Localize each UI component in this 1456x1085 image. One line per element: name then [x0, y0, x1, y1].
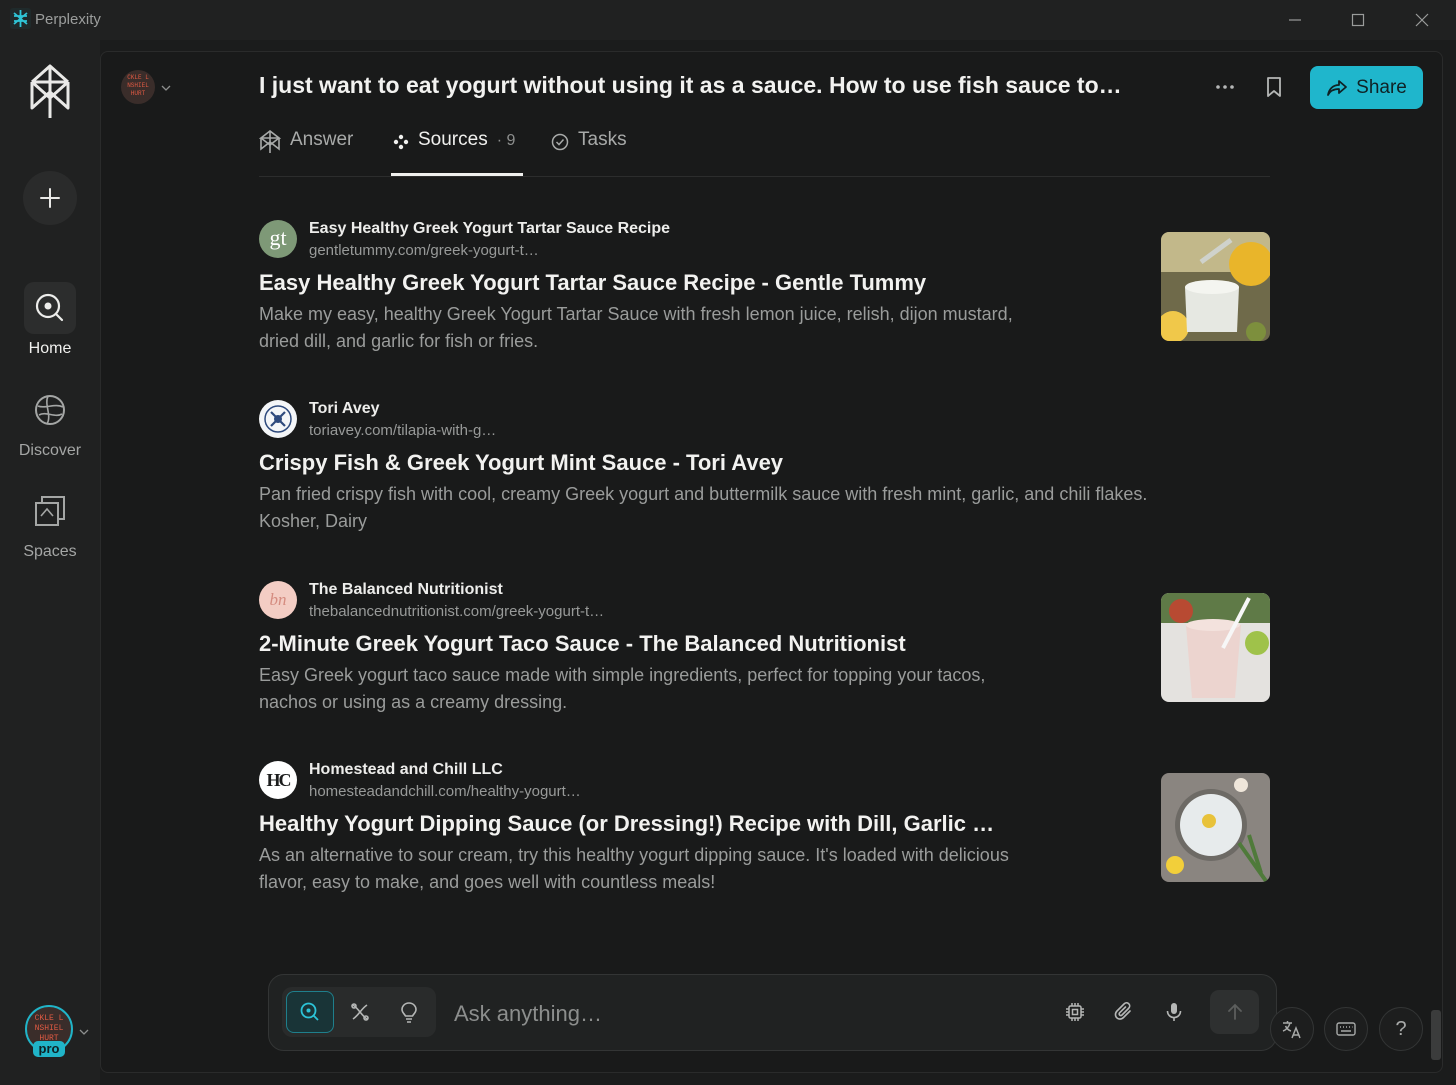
help-button[interactable]: ?: [1379, 1007, 1423, 1051]
lightbulb-icon: [401, 1002, 417, 1023]
chevron-down-icon[interactable]: [160, 80, 172, 98]
labs-mode-button[interactable]: [385, 991, 433, 1033]
source-snippet: Easy Greek yogurt taco sauce made with s…: [259, 665, 986, 712]
source-thumbnail[interactable]: [1161, 593, 1270, 702]
keyboard-shortcuts-button[interactable]: [1324, 1007, 1368, 1051]
share-icon: [1327, 79, 1348, 96]
sidebar-item-discover[interactable]: Discover: [0, 384, 100, 460]
answer-icon: [259, 130, 281, 153]
spaces-icon: [24, 485, 76, 537]
window-titlebar: Perplexity: [0, 0, 1456, 40]
main-panel: [100, 51, 1443, 1073]
tab-label: Tasks: [578, 129, 627, 150]
more-options-icon[interactable]: [1210, 75, 1240, 99]
scrollbar-thumb[interactable]: [1431, 1010, 1441, 1060]
share-label: Share: [1356, 76, 1407, 98]
source-title[interactable]: Easy Healthy Greek Yogurt Tartar Sauce R…: [259, 270, 926, 296]
source-url[interactable]: gentletummy.com/greek-yogurt-t…: [309, 242, 539, 259]
sidebar-item-label: Spaces: [23, 543, 77, 560]
tab-label: Sources: [418, 129, 488, 150]
sidebar-item-label: Home: [28, 340, 72, 357]
research-mode-button[interactable]: [336, 991, 384, 1033]
sources-icon: [393, 134, 409, 150]
perplexity-logo-icon[interactable]: [26, 64, 74, 120]
share-button[interactable]: Share: [1310, 66, 1423, 109]
chip-icon: [1066, 1003, 1084, 1021]
check-circle-icon: [551, 133, 569, 151]
globe-icon: [24, 384, 76, 436]
translate-icon: [1282, 1021, 1301, 1039]
source-snippet: Make my easy, healthy Greek Yogurt Tarta…: [259, 304, 1013, 351]
home-search-icon: [24, 282, 76, 334]
tab-sources[interactable]: Sources · 9: [391, 124, 523, 176]
close-icon[interactable]: [1408, 8, 1436, 32]
tab-label: Answer: [290, 129, 354, 150]
ask-input[interactable]: [452, 996, 1036, 1032]
source-item[interactable]: HC Homestead and Chill LLC homesteadandc…: [259, 761, 1271, 901]
arrow-up-icon: [1227, 1003, 1242, 1020]
source-title[interactable]: 2-Minute Greek Yogurt Taco Sauce - The B…: [259, 631, 906, 657]
source-url[interactable]: toriavey.com/tilapia-with-g…: [309, 422, 496, 439]
bookmark-icon[interactable]: [1262, 74, 1286, 100]
source-item[interactable]: bn The Balanced Nutritionist thebalanced…: [259, 581, 1271, 721]
source-site-name: The Balanced Nutritionist: [309, 581, 503, 598]
source-thumbnail[interactable]: [1161, 773, 1270, 882]
chevron-down-icon[interactable]: [79, 1023, 89, 1041]
submit-button[interactable]: [1210, 990, 1259, 1034]
tab-answer[interactable]: Answer: [259, 124, 353, 176]
homesteadandchill-favicon: HC: [259, 761, 297, 799]
paperclip-icon: [1114, 1002, 1131, 1020]
sidebar-item-spaces[interactable]: Spaces: [0, 485, 100, 561]
search-mode-button[interactable]: [286, 991, 334, 1033]
source-url[interactable]: thebalancednutritionist.com/greek-yogurt…: [309, 603, 604, 620]
space-avatar[interactable]: CKLE L NSHIEL HURT: [121, 70, 155, 104]
source-site-name: Easy Healthy Greek Yogurt Tartar Sauce R…: [309, 220, 671, 237]
search-icon: [300, 1002, 319, 1021]
pro-badge: pro: [33, 1041, 65, 1057]
minimize-icon[interactable]: [1281, 8, 1309, 32]
help-icon: ?: [1395, 1017, 1407, 1040]
attach-button[interactable]: [1110, 998, 1138, 1026]
keyboard-icon: [1336, 1022, 1356, 1036]
source-snippet: Pan fried crispy fish with cool, creamy …: [259, 484, 1148, 531]
model-chip-button[interactable]: [1061, 998, 1089, 1026]
tab-bar: Answer Sources · 9 Tasks: [259, 124, 1270, 177]
maximize-icon[interactable]: [1344, 8, 1372, 32]
microphone-icon: [1166, 1003, 1182, 1021]
balancednutritionist-favicon: bn: [259, 581, 297, 619]
translate-button[interactable]: [1270, 1007, 1314, 1051]
window-title: Perplexity: [35, 11, 101, 28]
source-item[interactable]: Tori Avey toriavey.com/tilapia-with-g… C…: [259, 400, 1271, 540]
voice-button[interactable]: [1160, 998, 1188, 1026]
research-icon: [351, 1003, 369, 1021]
perplexity-app-icon: [10, 8, 31, 29]
source-snippet: As an alternative to sour cream, try thi…: [259, 845, 1009, 892]
source-site-name: Homestead and Chill LLC: [309, 761, 503, 778]
sidebar-item-label: Discover: [18, 442, 82, 459]
sidebar-item-home[interactable]: Home: [0, 282, 100, 358]
tab-tasks[interactable]: Tasks: [551, 124, 627, 176]
sources-count: · 9: [496, 132, 516, 149]
gentletummy-favicon: gt: [259, 220, 297, 258]
source-item[interactable]: gt Easy Healthy Greek Yogurt Tartar Sauc…: [259, 220, 1271, 360]
thread-title: I just want to eat yogurt without using …: [259, 72, 1122, 98]
source-url[interactable]: homesteadandchill.com/healthy-yogurt…: [309, 783, 581, 800]
source-title[interactable]: Crispy Fish & Greek Yogurt Mint Sauce - …: [259, 450, 783, 476]
source-site-name: Tori Avey: [309, 400, 380, 417]
source-title[interactable]: Healthy Yogurt Dipping Sauce (or Dressin…: [259, 811, 994, 837]
source-thumbnail[interactable]: [1161, 232, 1270, 341]
toriavey-favicon: [259, 400, 297, 438]
new-thread-button[interactable]: [23, 171, 77, 225]
